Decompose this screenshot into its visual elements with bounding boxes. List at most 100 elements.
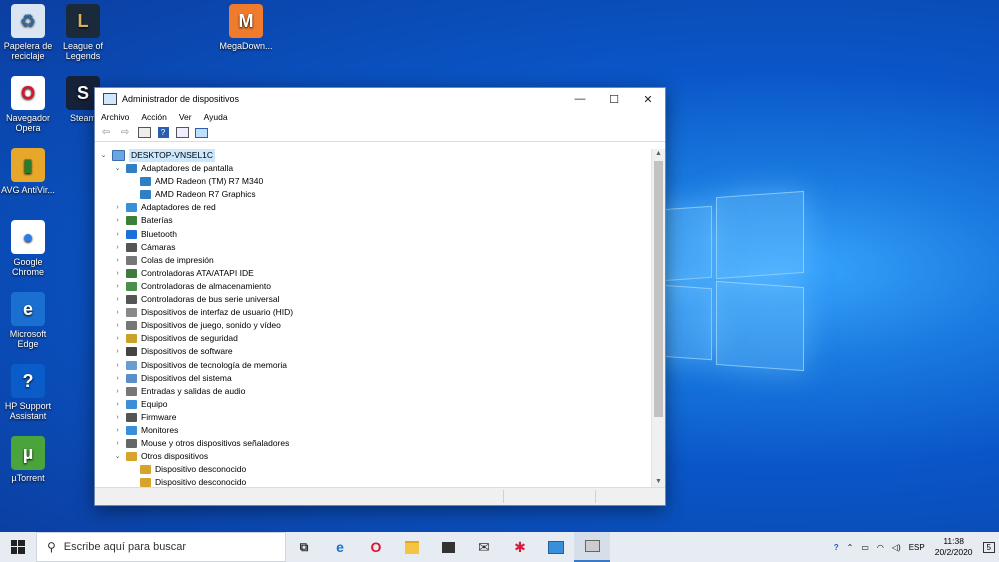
view-icon[interactable] bbox=[175, 127, 189, 139]
tree-item[interactable]: › Monitores bbox=[113, 424, 178, 437]
tree-item[interactable]: › Dispositivos de tecnología de memoria bbox=[113, 359, 287, 372]
expand-icon[interactable]: › bbox=[113, 359, 122, 372]
collapse-icon[interactable]: ⌄ bbox=[113, 450, 122, 463]
file-explorer-icon[interactable] bbox=[394, 532, 430, 562]
desktop-icon[interactable]: ? HP Support Assistant bbox=[0, 364, 56, 421]
expand-icon[interactable]: › bbox=[113, 424, 122, 437]
minimize-button[interactable]: — bbox=[563, 88, 597, 110]
menu-archivo[interactable]: Archivo bbox=[101, 112, 129, 122]
expand-icon[interactable]: › bbox=[113, 345, 122, 358]
tree-item-label: Adaptadores de red bbox=[141, 202, 216, 213]
scroll-down-icon[interactable]: ▼ bbox=[652, 477, 665, 487]
expand-icon[interactable]: › bbox=[113, 228, 122, 241]
volume-icon[interactable]: ◁) bbox=[892, 543, 901, 552]
expand-icon[interactable]: › bbox=[113, 332, 122, 345]
tree-item[interactable]: › Controladoras ATA/ATAPI IDE bbox=[113, 267, 254, 280]
help-icon[interactable]: ? bbox=[834, 543, 839, 552]
collapse-icon[interactable]: ⌄ bbox=[113, 162, 122, 175]
desktop-icon[interactable]: L League of Legends bbox=[55, 4, 111, 61]
tree-item[interactable]: › Dispositivos de software bbox=[113, 345, 233, 358]
tree-item[interactable]: › Bluetooth bbox=[113, 228, 177, 241]
menu-ayuda[interactable]: Ayuda bbox=[204, 112, 228, 122]
vertical-scrollbar[interactable]: ▲ ▼ bbox=[651, 149, 665, 487]
notifications-icon[interactable]: 5 bbox=[982, 541, 995, 553]
back-icon[interactable]: ⇦ bbox=[99, 127, 113, 139]
expand-icon[interactable]: › bbox=[113, 437, 122, 450]
scroll-thumb[interactable] bbox=[654, 161, 663, 417]
expand-icon[interactable]: › bbox=[113, 241, 122, 254]
game-icon[interactable]: ✱ bbox=[502, 532, 538, 562]
tree-item[interactable]: › Firmware bbox=[113, 411, 176, 424]
expand-icon[interactable]: › bbox=[113, 214, 122, 227]
scroll-up-icon[interactable]: ▲ bbox=[652, 149, 665, 159]
desktop-icon[interactable]: ● Google Chrome bbox=[0, 220, 56, 277]
desktop-icon[interactable]: µ µTorrent bbox=[0, 436, 56, 483]
clock[interactable]: 11:38 20/2/2020 bbox=[935, 536, 973, 558]
properties-icon[interactable] bbox=[137, 127, 151, 139]
device-manager-window: Administrador de dispositivos — ☐ ✕ Arch… bbox=[94, 87, 666, 506]
desktop-icon[interactable]: ♻ Papelera de reciclaje bbox=[0, 4, 56, 61]
maximize-button[interactable]: ☐ bbox=[597, 88, 631, 110]
tree-item[interactable]: › Mouse y otros dispositivos señaladores bbox=[113, 437, 289, 450]
device-manager-icon[interactable] bbox=[574, 532, 610, 562]
tree-item[interactable]: › Dispositivos de interfaz de usuario (HI… bbox=[113, 306, 293, 319]
desktop-icon[interactable]: ▮ AVG AntiVir... bbox=[0, 148, 56, 195]
tree-item[interactable]: › Dispositivos del sistema bbox=[113, 372, 232, 385]
tree-item[interactable]: › Controladoras de almacenamiento bbox=[113, 280, 271, 293]
tree-item[interactable]: › Baterías bbox=[113, 214, 173, 227]
start-button[interactable] bbox=[0, 532, 36, 562]
tree-item[interactable]: Dispositivo desconocido bbox=[127, 476, 246, 487]
tree-item[interactable]: › Entradas y salidas de audio bbox=[113, 385, 245, 398]
desktop-icon[interactable]: M MegaDown... bbox=[218, 4, 274, 51]
close-button[interactable]: ✕ bbox=[631, 88, 665, 110]
forward-icon[interactable]: ⇨ bbox=[118, 127, 132, 139]
wifi-icon[interactable]: ◠ bbox=[877, 543, 884, 552]
expand-icon[interactable]: › bbox=[113, 372, 122, 385]
tree-root[interactable]: ⌄ DESKTOP-VNSEL1C bbox=[99, 149, 216, 162]
desktop-icon[interactable]: e Microsoft Edge bbox=[0, 292, 56, 349]
store-icon[interactable] bbox=[430, 532, 466, 562]
expand-icon[interactable]: › bbox=[113, 280, 122, 293]
edge-icon[interactable]: e bbox=[322, 532, 358, 562]
network-icon[interactable]: ▭ bbox=[861, 543, 869, 552]
expand-icon[interactable]: › bbox=[113, 319, 122, 332]
tree-item[interactable]: Dispositivo desconocido bbox=[127, 463, 246, 476]
tree-item[interactable]: › Cámaras bbox=[113, 241, 175, 254]
device-icon bbox=[126, 360, 137, 370]
menu-accion[interactable]: Acción bbox=[141, 112, 167, 122]
expand-icon[interactable]: › bbox=[113, 267, 122, 280]
menu-ver[interactable]: Ver bbox=[179, 112, 192, 122]
monitor-icon[interactable] bbox=[194, 127, 208, 139]
tree-item[interactable]: ⌄ Otros dispositivos bbox=[113, 450, 208, 463]
tree-item[interactable]: ⌄ Adaptadores de pantalla bbox=[113, 162, 233, 175]
opera-icon[interactable]: O bbox=[358, 532, 394, 562]
expand-icon[interactable]: › bbox=[113, 398, 122, 411]
title-bar[interactable]: Administrador de dispositivos — ☐ ✕ bbox=[95, 88, 665, 110]
tree-item[interactable]: › Dispositivos de juego, sonido y vídeo bbox=[113, 319, 281, 332]
collapse-icon[interactable]: ⌄ bbox=[99, 149, 108, 162]
expand-icon[interactable]: › bbox=[113, 306, 122, 319]
desktop-icon[interactable]: O Navegador Opera bbox=[0, 76, 56, 133]
expand-icon[interactable]: › bbox=[113, 201, 122, 214]
chevron-up-icon[interactable]: ⌃ bbox=[847, 543, 854, 552]
expand-icon[interactable]: › bbox=[113, 411, 122, 424]
remote-desktop-icon[interactable] bbox=[538, 532, 574, 562]
tree-item[interactable]: AMD Radeon (TM) R7 M340 bbox=[127, 175, 263, 188]
tree-item[interactable]: › Colas de impresión bbox=[113, 254, 214, 267]
tree-item[interactable]: › Controladoras de bus serie universal bbox=[113, 293, 279, 306]
tree-item-label: Baterías bbox=[141, 215, 173, 226]
mail-icon[interactable]: ✉ bbox=[466, 532, 502, 562]
tree-item[interactable]: › Adaptadores de red bbox=[113, 201, 216, 214]
status-divider bbox=[595, 490, 596, 503]
tree-item[interactable]: › Dispositivos de seguridad bbox=[113, 332, 238, 345]
language-indicator[interactable]: ESP bbox=[909, 543, 925, 552]
help-icon[interactable]: ? bbox=[156, 127, 170, 139]
expand-icon[interactable]: › bbox=[113, 254, 122, 267]
expand-icon[interactable]: › bbox=[113, 293, 122, 306]
task-view-icon[interactable]: ⧉ bbox=[286, 532, 322, 562]
taskbar-search-box[interactable]: ⚲ Escribe aquí para buscar bbox=[36, 532, 286, 562]
tree-item[interactable]: › Equipo bbox=[113, 398, 167, 411]
tree-item-label: Firmware bbox=[141, 411, 177, 422]
expand-icon[interactable]: › bbox=[113, 385, 122, 398]
tree-item[interactable]: AMD Radeon R7 Graphics bbox=[127, 188, 256, 201]
